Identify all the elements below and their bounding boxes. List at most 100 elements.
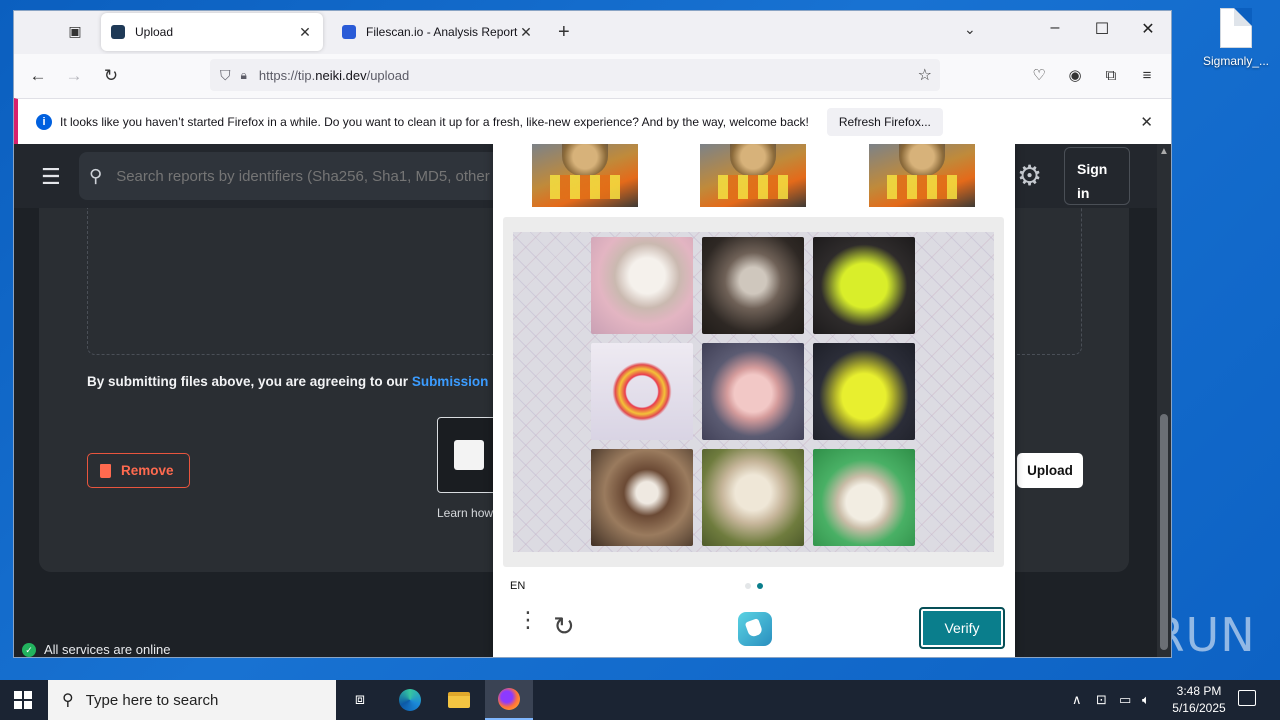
- network-icon[interactable]: ▭: [1119, 680, 1131, 720]
- status-text: All services are online: [44, 642, 171, 657]
- tab-filescan[interactable]: Filescan.io - Analysis Report for ✕: [332, 13, 544, 51]
- tab-list-icon[interactable]: ▣: [64, 23, 86, 43]
- tab-upload[interactable]: Upload ✕: [101, 13, 323, 51]
- refresh-challenge-icon[interactable]: ↻: [553, 611, 575, 642]
- minimize-icon[interactable]: –: [1040, 19, 1070, 37]
- submission-terms-link[interactable]: Submission: [412, 374, 489, 389]
- captcha-tile-goat-with-flowers[interactable]: [591, 237, 693, 334]
- firefox-window: ▣ Upload ✕ Filescan.io - Analysis Report…: [14, 11, 1171, 657]
- clock-time: 3:48 PM: [1176, 684, 1222, 698]
- challenge-grid-area: [503, 217, 1004, 567]
- language-selector[interactable]: EN: [510, 580, 525, 592]
- example-image: [532, 144, 638, 207]
- reload-icon[interactable]: ↻: [99, 64, 123, 88]
- new-tab-icon[interactable]: +: [558, 21, 570, 44]
- terms-notice: By submitting files above, you are agree…: [87, 374, 488, 389]
- captcha-tile-safety-vest-dark[interactable]: [813, 343, 915, 440]
- taskbar-search[interactable]: ⚲ Type here to search: [48, 680, 336, 720]
- tab-title: Upload: [135, 25, 174, 39]
- account-icon[interactable]: ◉: [1064, 65, 1086, 87]
- report-search-input[interactable]: [116, 167, 497, 185]
- captcha-tile-goat-brown-white[interactable]: [591, 449, 693, 546]
- example-images: [532, 144, 976, 207]
- close-notification-icon[interactable]: ✕: [1140, 113, 1153, 131]
- url-scheme: https://tip.: [258, 67, 316, 83]
- verify-button[interactable]: Verify: [919, 607, 1005, 649]
- captcha-tile-goat-green-background[interactable]: [813, 449, 915, 546]
- task-view-icon[interactable]: ⧈: [336, 680, 384, 720]
- scroll-up-icon[interactable]: ▲: [1159, 146, 1169, 157]
- firefox-refresh-notification: i It looks like you haven’t started Fire…: [14, 98, 1171, 145]
- windows-start-icon[interactable]: [14, 691, 32, 709]
- document-icon: [1220, 8, 1252, 48]
- remove-label: Remove: [121, 463, 174, 478]
- sign-in-button[interactable]: Sign in: [1064, 147, 1130, 205]
- captcha-tile-flower-lei[interactable]: [591, 343, 693, 440]
- hcaptcha-challenge: EN ⋮ ↻ Verify: [493, 144, 1015, 657]
- more-options-icon[interactable]: ⋮: [517, 609, 539, 631]
- search-icon: ⚲: [62, 692, 74, 709]
- search-icon: ⚲: [89, 165, 103, 186]
- upload-button[interactable]: Upload: [1017, 453, 1083, 488]
- filescan-favicon-icon: [342, 25, 356, 39]
- volume-icon[interactable]: 🔈︎: [1142, 680, 1150, 720]
- maximize-icon[interactable]: ☐: [1087, 19, 1117, 39]
- page-scrollbar[interactable]: ▲: [1157, 144, 1171, 657]
- service-status: ✓ All services are online: [22, 642, 170, 657]
- captcha-tile-goat-dark-horns[interactable]: [702, 237, 804, 334]
- site-favicon-icon: [111, 25, 125, 39]
- nav-bar: ← → ↻ ⛉ 🔒︎ https://tip. neiki.dev/upload …: [14, 54, 1171, 98]
- desktop-file-label: Sigmanly_...: [1202, 54, 1270, 68]
- refresh-firefox-button[interactable]: Refresh Firefox...: [826, 108, 943, 136]
- firefox-icon[interactable]: [485, 680, 533, 720]
- captcha-tile-goat-white-outdoor[interactable]: [702, 449, 804, 546]
- captcha-tile-safety-vest-yellow[interactable]: [813, 237, 915, 334]
- extensions-icon[interactable]: ⧉: [1100, 65, 1122, 87]
- scroll-thumb[interactable]: [1160, 414, 1168, 650]
- trash-icon: [100, 463, 111, 478]
- device-icon[interactable]: ⊡: [1096, 680, 1107, 720]
- back-icon[interactable]: ←: [26, 64, 50, 88]
- page-indicator: [745, 583, 763, 589]
- edge-icon[interactable]: [386, 680, 434, 720]
- taskbar-search-placeholder: Type here to search: [85, 691, 219, 709]
- bookmark-star-icon[interactable]: ☆: [918, 65, 932, 85]
- hamburger-menu-icon[interactable]: ☰: [41, 164, 61, 190]
- challenge-grid-background: [513, 232, 994, 552]
- captcha-tile-piglet[interactable]: [702, 343, 804, 440]
- page-dot: [745, 583, 751, 589]
- page-content: ☰ ⚲ ⚙ Sign in By submitting files above,…: [14, 144, 1157, 657]
- shield-icon[interactable]: ⛉: [220, 67, 231, 84]
- desktop-file[interactable]: Sigmanly_...: [1200, 8, 1272, 68]
- chevron-up-icon[interactable]: ∧: [1072, 680, 1082, 720]
- gear-icon[interactable]: ⚙: [1017, 159, 1042, 192]
- clock[interactable]: 3:48 PM 5/16/2025: [1160, 683, 1238, 717]
- close-tab-icon[interactable]: ✕: [297, 24, 313, 41]
- video-icon: [454, 440, 484, 470]
- url-bar[interactable]: ⛉ 🔒︎ https://tip. neiki.dev/upload ☆: [210, 59, 940, 91]
- tab-title: Filescan.io - Analysis Report for: [366, 25, 518, 39]
- pocket-icon[interactable]: ♡: [1028, 65, 1050, 87]
- close-window-icon[interactable]: ✕: [1133, 19, 1163, 39]
- file-explorer-icon[interactable]: [435, 680, 483, 720]
- lock-icon[interactable]: 🔒︎: [241, 68, 247, 83]
- menu-icon[interactable]: ≡: [1136, 65, 1158, 87]
- close-tab-icon[interactable]: ✕: [518, 24, 534, 41]
- hcaptcha-logo-icon[interactable]: [738, 612, 772, 646]
- url-host: neiki.dev: [315, 67, 367, 83]
- captcha-footer: ⋮ ↻ Verify: [493, 599, 1015, 657]
- report-search[interactable]: ⚲: [79, 152, 509, 200]
- info-icon: i: [36, 114, 52, 130]
- chevron-down-icon[interactable]: ⌄: [964, 21, 976, 38]
- clock-date: 5/16/2025: [1172, 701, 1226, 715]
- forward-icon[interactable]: →: [62, 64, 86, 88]
- learn-how-label[interactable]: Learn how: [437, 506, 493, 520]
- check-icon: ✓: [22, 642, 36, 657]
- url-path: /upload: [366, 67, 410, 83]
- notifications-icon[interactable]: [1238, 690, 1256, 706]
- example-image: [700, 144, 806, 207]
- tab-bar: ▣ Upload ✕ Filescan.io - Analysis Report…: [14, 11, 1171, 54]
- remove-button[interactable]: Remove: [87, 453, 190, 488]
- terms-text: By submitting files above, you are agree…: [87, 374, 412, 389]
- page-dot: [757, 583, 763, 589]
